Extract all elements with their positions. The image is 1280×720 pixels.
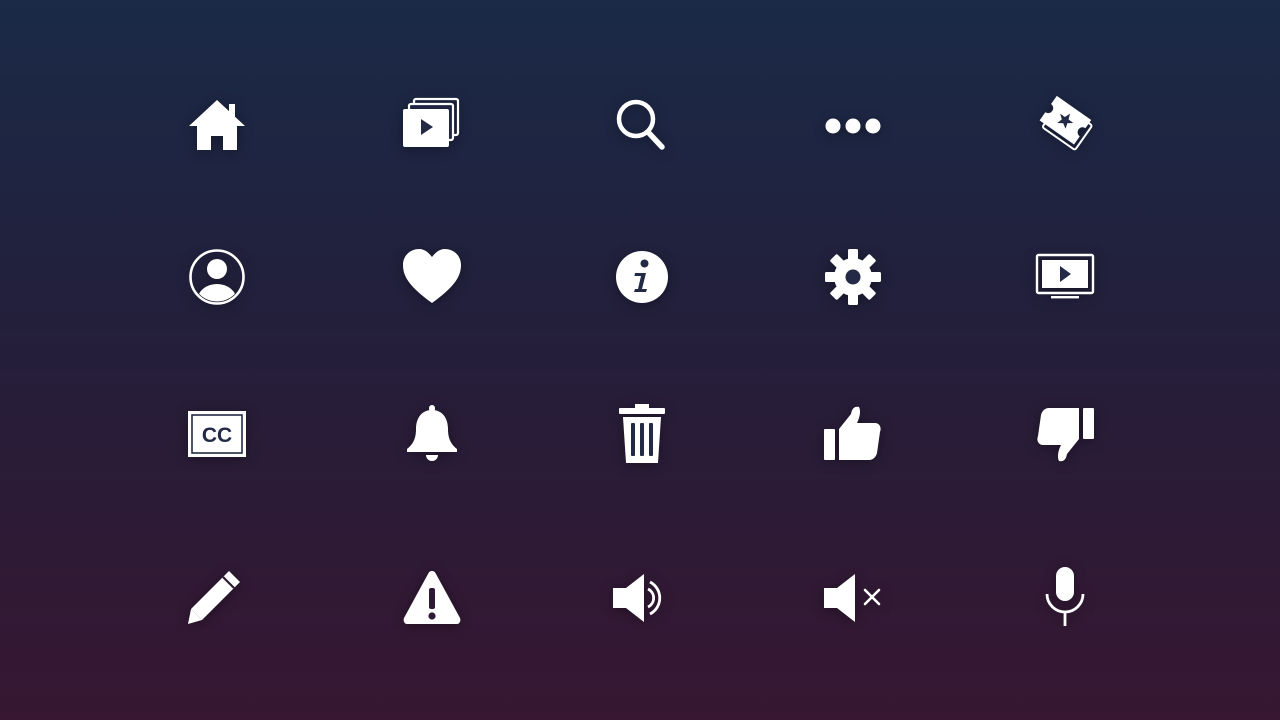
- video-library-icon[interactable]: [392, 86, 472, 166]
- ticket-icon[interactable]: [1025, 86, 1105, 166]
- home-icon[interactable]: [177, 86, 257, 166]
- account-icon[interactable]: [177, 237, 257, 317]
- info-icon[interactable]: [602, 237, 682, 317]
- warning-icon[interactable]: [392, 558, 472, 638]
- more-horizontal-icon[interactable]: [813, 86, 893, 166]
- gear-icon[interactable]: [813, 237, 893, 317]
- trash-icon[interactable]: [602, 394, 682, 474]
- microphone-icon[interactable]: [1025, 558, 1105, 638]
- pencil-icon[interactable]: [177, 558, 257, 638]
- mute-icon[interactable]: [813, 558, 893, 638]
- bell-icon[interactable]: [392, 394, 472, 474]
- heart-icon[interactable]: [392, 237, 472, 317]
- icon-grid: CC: [0, 0, 1280, 720]
- search-icon[interactable]: [602, 86, 682, 166]
- volume-icon[interactable]: [602, 558, 682, 638]
- tv-play-icon[interactable]: [1025, 237, 1105, 317]
- cc-label: CC: [202, 424, 232, 447]
- thumbs-down-icon[interactable]: [1025, 394, 1105, 474]
- closed-captions-icon[interactable]: CC: [177, 394, 257, 474]
- thumbs-up-icon[interactable]: [813, 394, 893, 474]
